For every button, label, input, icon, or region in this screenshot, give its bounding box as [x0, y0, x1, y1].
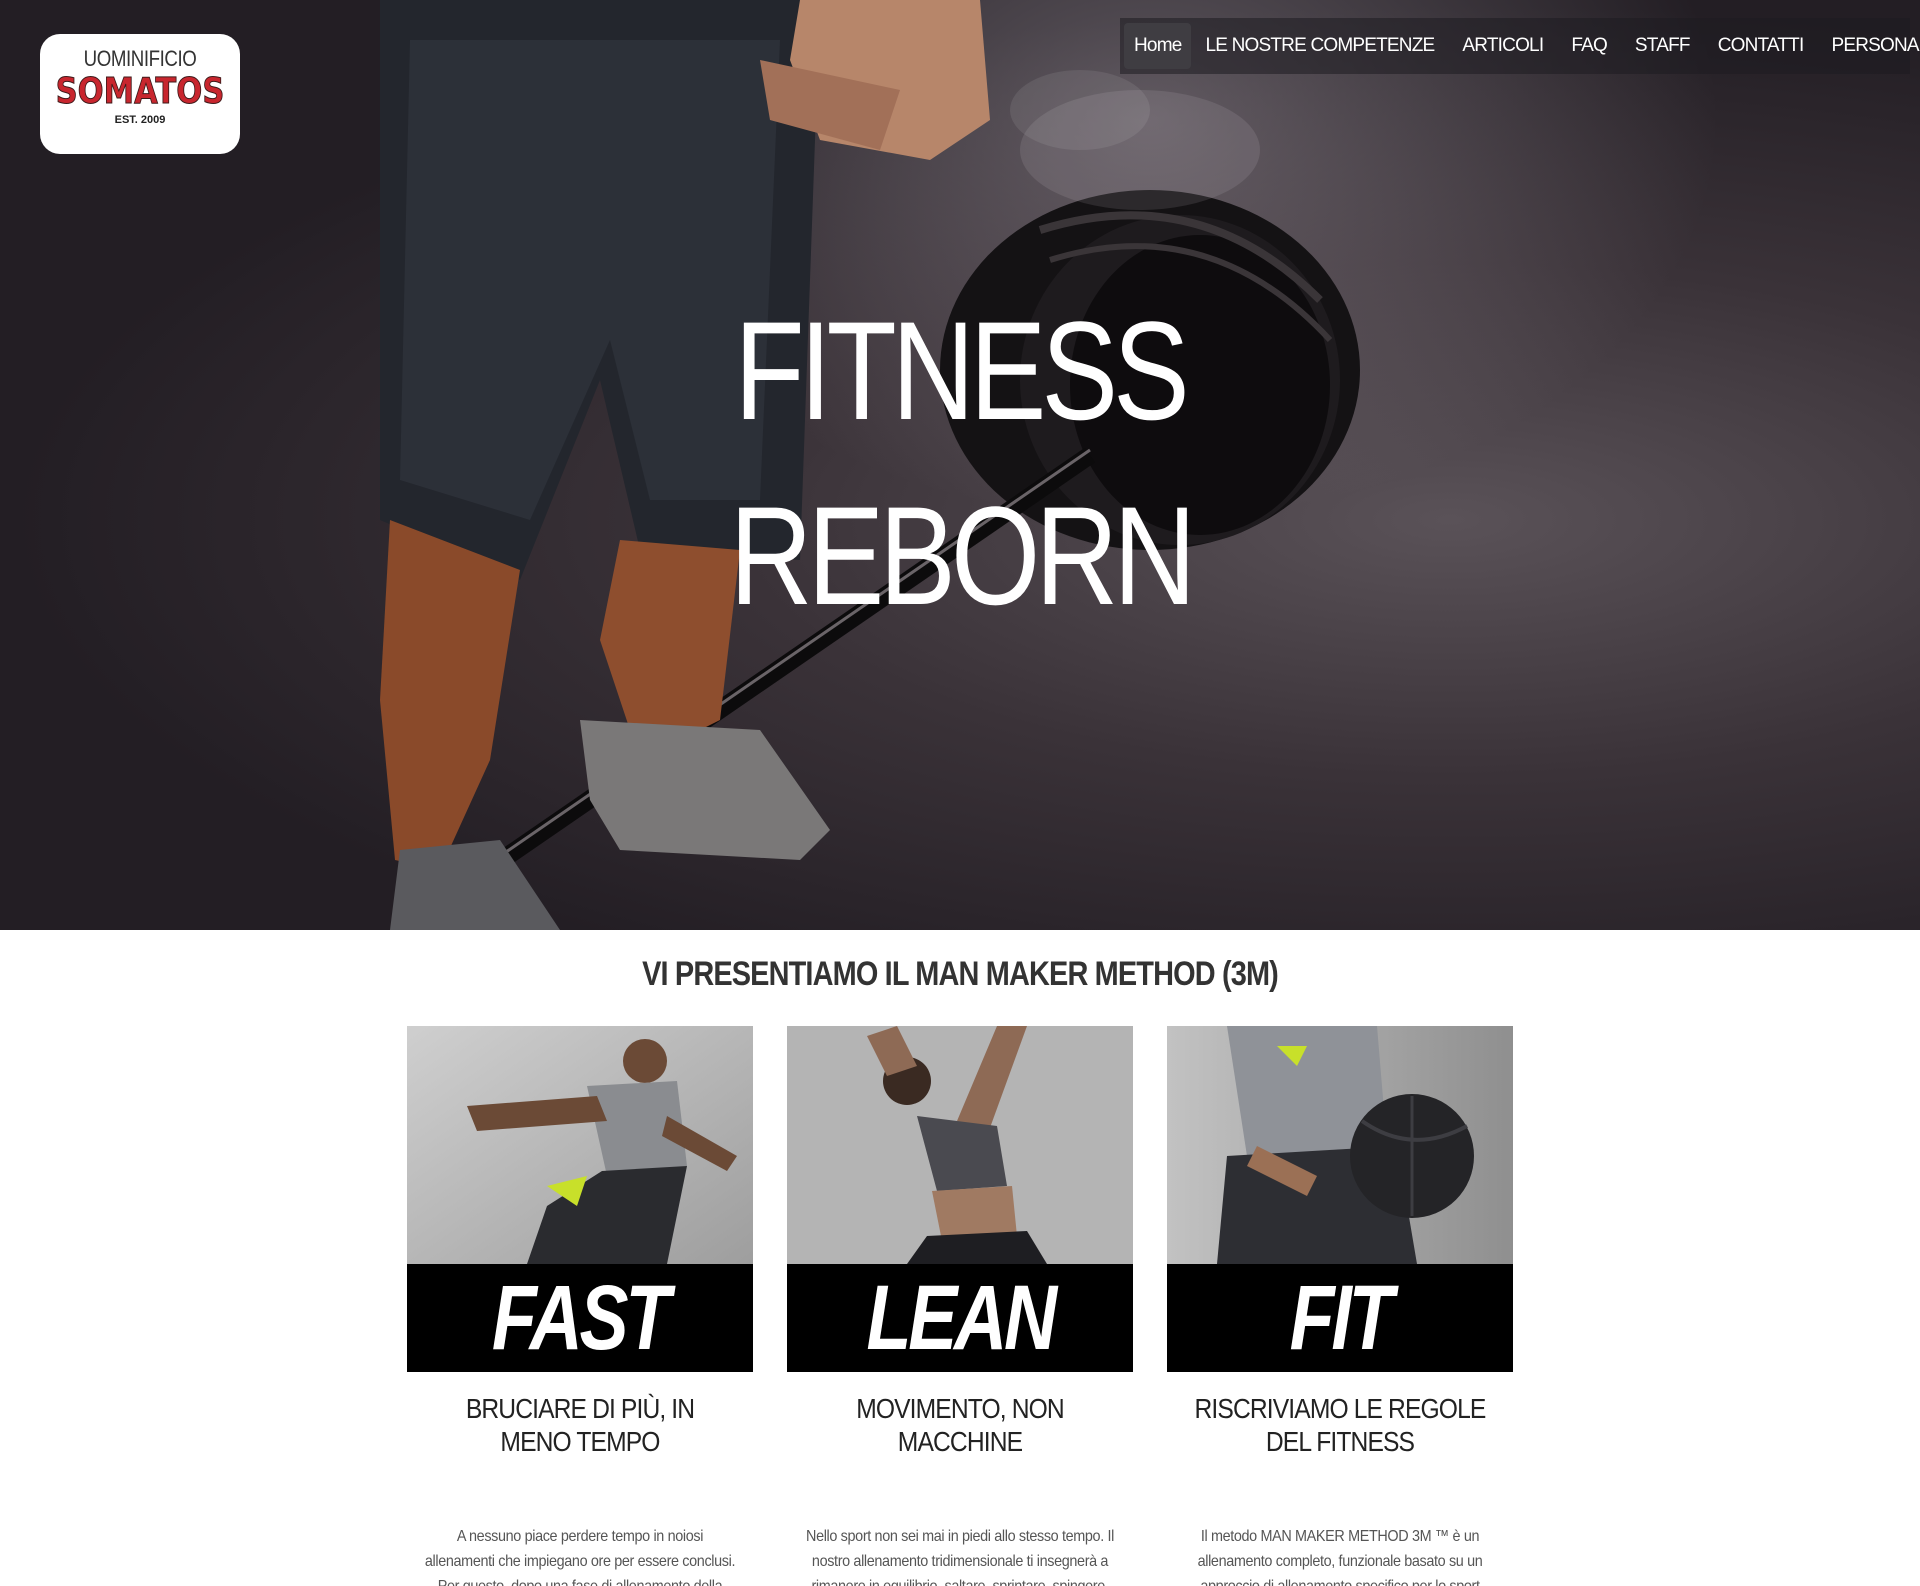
medicine-ball-photo [1167, 1026, 1513, 1264]
nav-item-contatti[interactable]: CONTATTI [1704, 23, 1818, 69]
card-heading-fast-text: BRUCIARE DI PIÙ, IN MENO TEMPO [465, 1393, 695, 1457]
card-heading-fit-text: RISCRIVIAMO LE REGOLE DEL FITNESS [1194, 1393, 1487, 1457]
nav-item-faq[interactable]: FAQ [1557, 23, 1621, 69]
nav-item-competenze[interactable]: LE NOSTRE COMPETENZE [1191, 23, 1448, 69]
logo-line-2: SOMATOS [55, 71, 225, 112]
card-banner-fast: FAST [407, 1264, 753, 1372]
logo-line-3: EST. 2009 [114, 114, 166, 126]
hero-title-line-1: FITNESS [0, 290, 1920, 452]
card-banner-fit: FIT [1167, 1264, 1513, 1372]
card-body-lean: Nello sport non sei mai in piedi allo st… [787, 1524, 1133, 1586]
nav-item-personal-training[interactable]: PERSONAL TRAINING [1817, 23, 1920, 69]
hero-background-image [380, 0, 1360, 930]
stretching-woman-photo [787, 1026, 1133, 1264]
method-card-fast: FAST BRUCIARE DI PIÙ, IN MENO TEMPO A ne… [407, 1026, 753, 1586]
card-body-fit: Il metodo MAN MAKER METHOD 3M ™ è un all… [1167, 1524, 1513, 1586]
nav-item-articoli[interactable]: ARTICOLI [1448, 23, 1557, 69]
card-banner-fit-text: FIT [1289, 1267, 1394, 1369]
card-heading-fast: BRUCIARE DI PIÙ, IN MENO TEMPO [407, 1392, 753, 1458]
section-title-text: VI PRESENTIAMO IL MAN MAKER METHOD (3M) [642, 955, 1279, 993]
section-title: VI PRESENTIAMO IL MAN MAKER METHOD (3M) [0, 955, 1920, 994]
logo-line-1: UOMINIFICIO [83, 46, 197, 71]
card-image-fast: FAST [407, 1026, 753, 1372]
method-card-fit: FIT RISCRIVIAMO LE REGOLE DEL FITNESS Il… [1167, 1026, 1513, 1586]
card-body-fast: A nessuno piace perdere tempo in noiosi … [407, 1524, 753, 1586]
card-banner-fast-text: FAST [492, 1267, 671, 1369]
card-banner-lean: LEAN [787, 1264, 1133, 1372]
hero-title-text-2: REBORN [729, 477, 1196, 634]
card-body-fast-text: A nessuno piace perdere tempo in noiosi … [424, 1528, 736, 1586]
hero-title-text-1: FITNESS [734, 292, 1190, 449]
runner-photo [407, 1026, 753, 1264]
card-heading-lean: MOVIMENTO, NON MACCHINE [787, 1392, 1133, 1458]
nav-item-home[interactable]: Home [1124, 23, 1192, 69]
card-image-fit: FIT [1167, 1026, 1513, 1372]
nav-item-staff[interactable]: STAFF [1621, 23, 1704, 69]
site-logo[interactable]: UOMINIFICIO SOMATOS EST. 2009 [40, 34, 240, 154]
card-image-lean: LEAN [787, 1026, 1133, 1372]
hero-banner: UOMINIFICIO SOMATOS EST. 2009 Home LE NO… [0, 0, 1920, 930]
card-heading-lean-text: MOVIMENTO, NON MACCHINE [856, 1393, 1065, 1457]
main-navigation: Home LE NOSTRE COMPETENZE ARTICOLI FAQ S… [1120, 18, 1920, 74]
hero-title-line-2: REBORN [0, 475, 1920, 637]
method-card-lean: LEAN MOVIMENTO, NON MACCHINE Nello sport… [787, 1026, 1133, 1586]
card-banner-lean-text: LEAN [866, 1267, 1057, 1369]
card-heading-fit: RISCRIVIAMO LE REGOLE DEL FITNESS [1167, 1392, 1513, 1458]
card-body-lean-text: Nello sport non sei mai in piedi allo st… [806, 1528, 1114, 1586]
card-body-fit-text: Il metodo MAN MAKER METHOD 3M ™ è un all… [1197, 1528, 1483, 1586]
